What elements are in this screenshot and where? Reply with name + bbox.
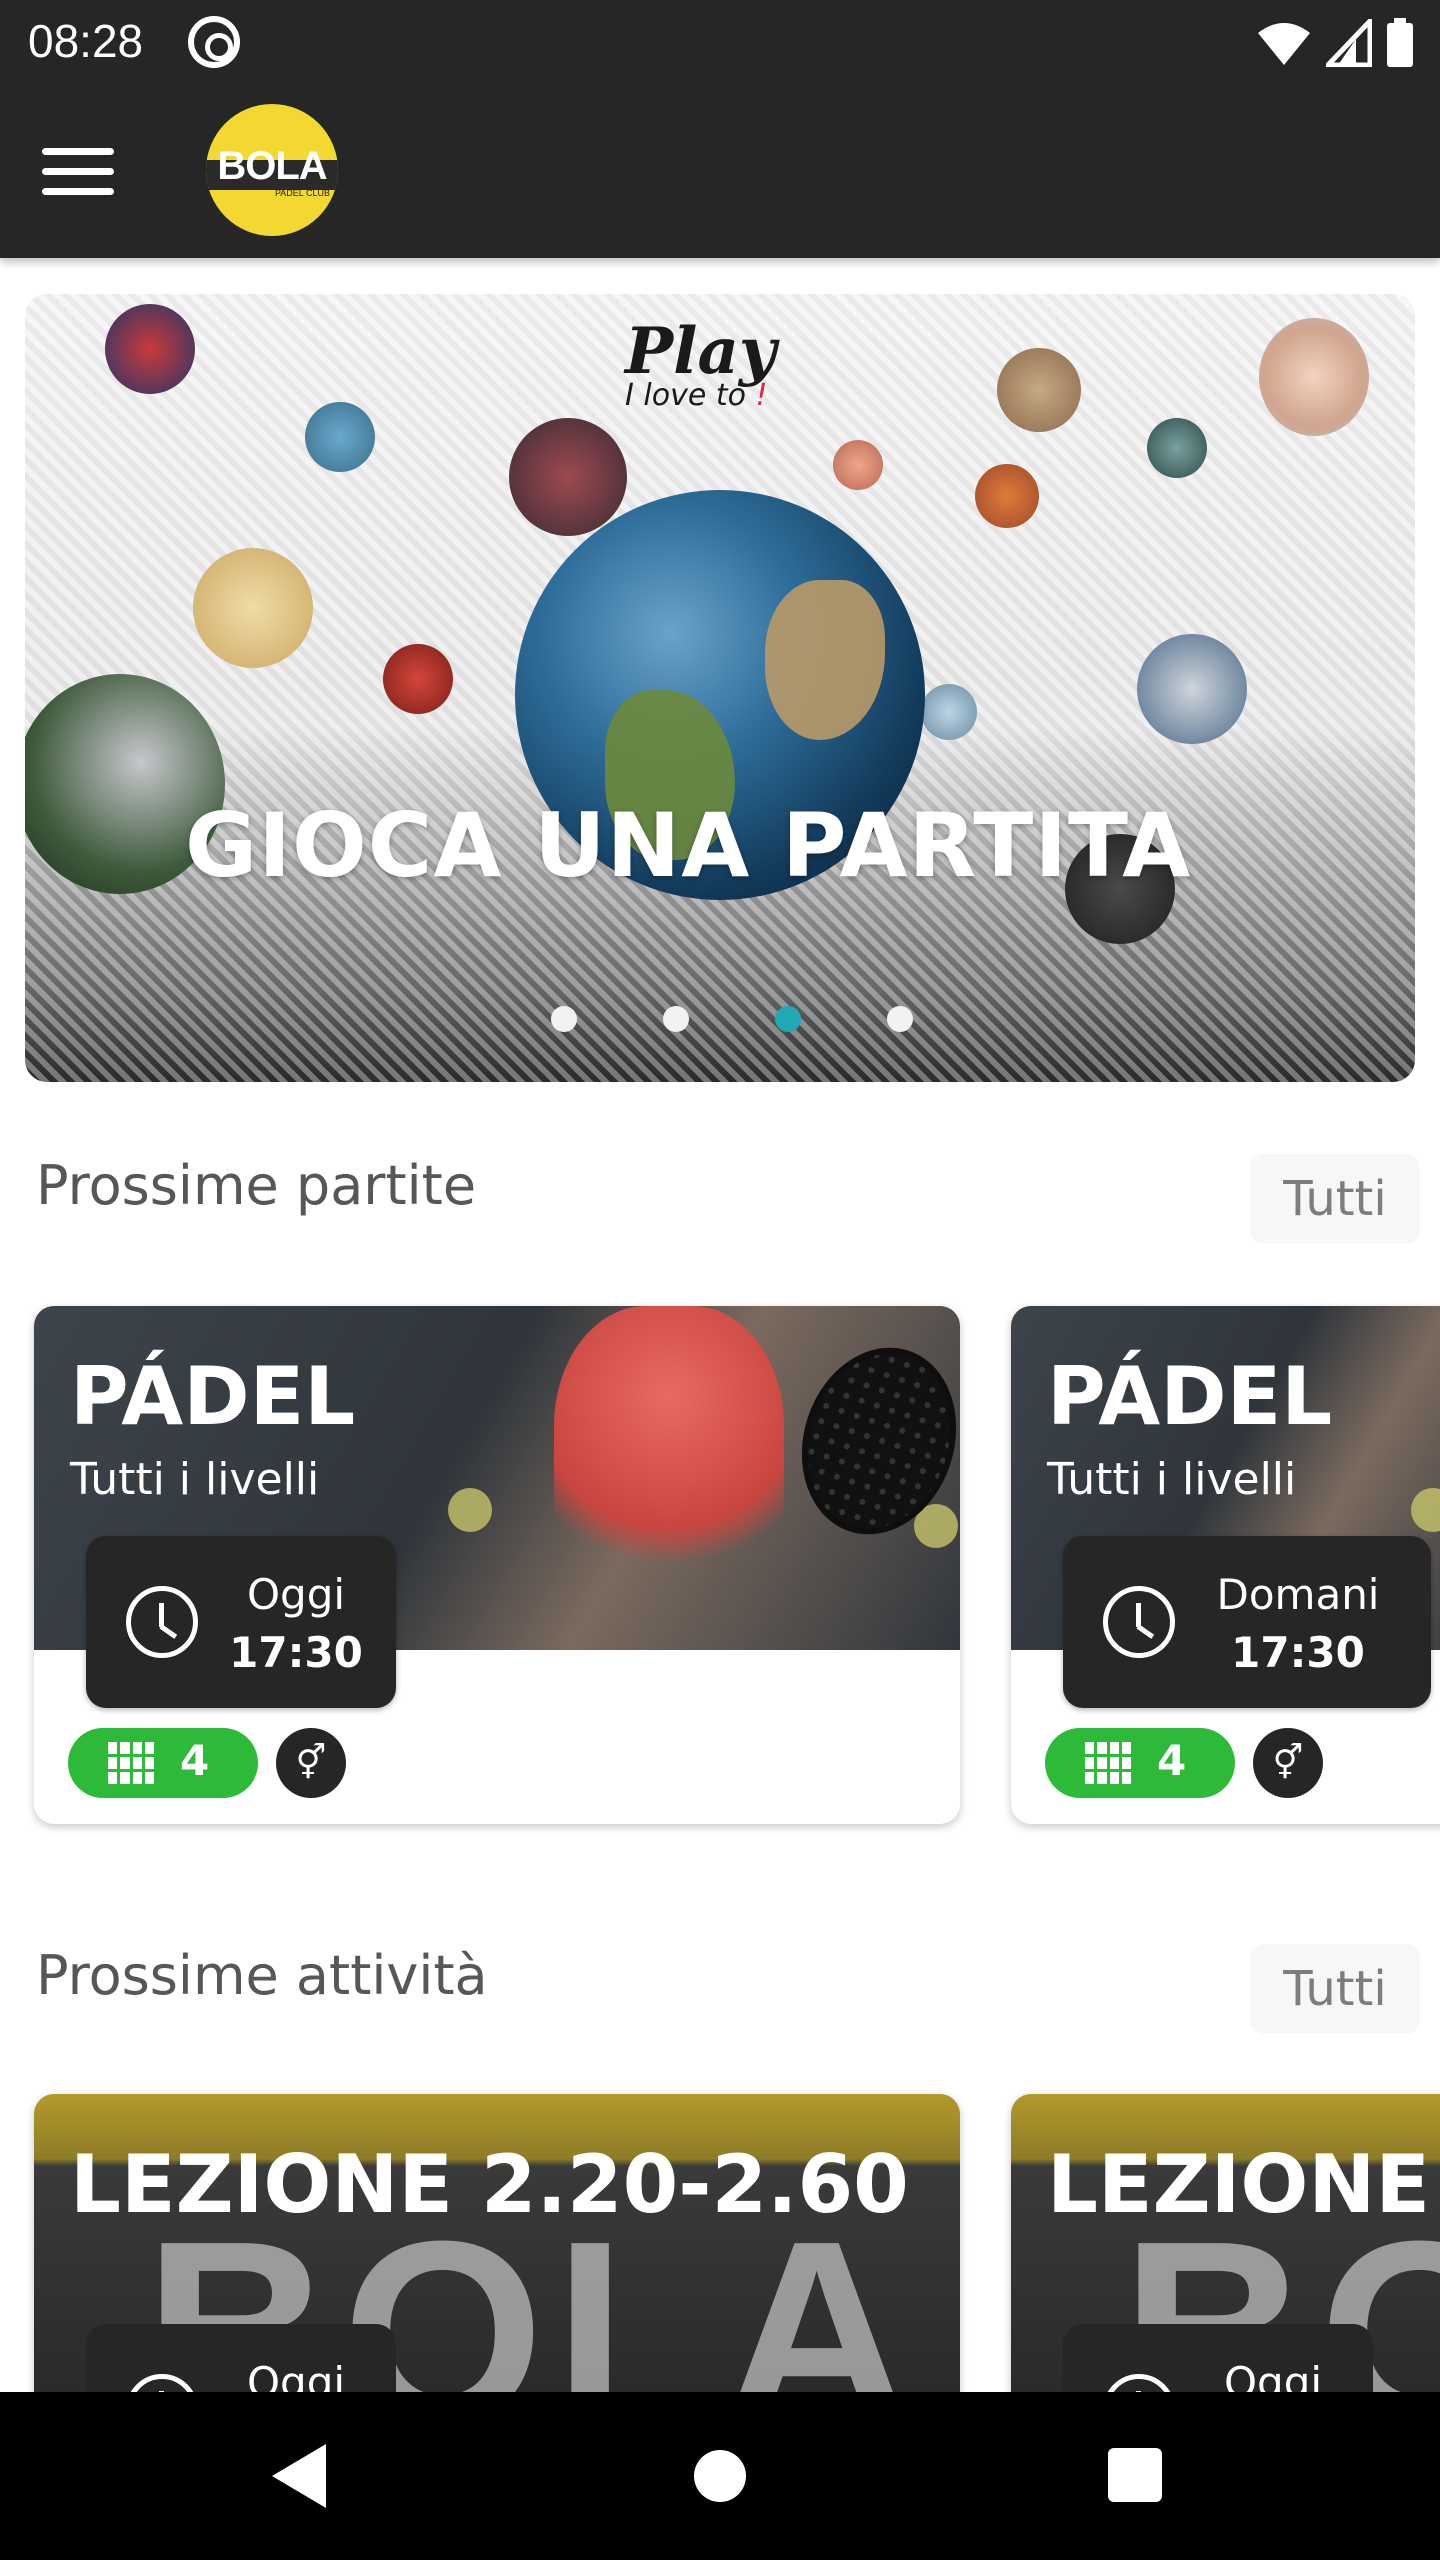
play-logo-subtitle: I love to !: [625, 378, 768, 413]
courts-badge[interactable]: 4: [68, 1728, 258, 1798]
photo-bubble: [305, 402, 375, 472]
banner-title: GIOCA UNA PARTITA: [185, 794, 1192, 897]
carousel-dot-active[interactable]: [775, 1006, 801, 1032]
battery-icon: [1387, 18, 1413, 67]
match-day: Oggi: [246, 1570, 346, 1619]
carousel-dot[interactable]: [551, 1006, 577, 1032]
match-card[interactable]: PÁDEL Tutti i livelli Domani 17:30 4 ⚥: [1011, 1306, 1440, 1824]
wifi-icon: [1258, 23, 1310, 65]
match-time-box: Domani 17:30: [1063, 1536, 1431, 1708]
photo-bubble: [105, 304, 195, 394]
photo-bubble: [383, 644, 453, 714]
match-time-box: Oggi 17:30: [86, 1536, 396, 1708]
promo-carousel[interactable]: Play I love to ! GIOCA UNA PARTITA: [25, 294, 1415, 1082]
play-logo: Play I love to !: [625, 314, 776, 413]
carousel-dot[interactable]: [887, 1006, 913, 1032]
status-time: 08:28: [28, 15, 144, 67]
courts-count: 4: [1157, 1736, 1187, 1785]
photo-bubble: [1259, 318, 1369, 436]
club-logo[interactable]: BOLA PADEL CLUB: [206, 104, 338, 236]
signal-icon: [1326, 19, 1372, 67]
grid-icon: [108, 1742, 154, 1784]
photo-bubble: [975, 464, 1039, 528]
match-card[interactable]: PÁDEL Tutti i livelli Oggi 17:30 4 ⚥: [34, 1306, 960, 1824]
photo-bubble: [1137, 634, 1247, 744]
gender-mixed-icon[interactable]: ⚥: [276, 1728, 346, 1798]
courts-count: 4: [180, 1736, 210, 1785]
match-time: 17:30: [1231, 1628, 1365, 1677]
match-card-title: PÁDEL: [70, 1350, 356, 1443]
carousel-dots: [25, 1006, 1415, 1036]
courts-badge[interactable]: 4: [1045, 1728, 1235, 1798]
carousel-dot[interactable]: [663, 1006, 689, 1032]
grid-icon: [1085, 1742, 1131, 1784]
back-triangle-icon[interactable]: [272, 2444, 326, 2508]
photo-bubble: [1147, 418, 1207, 478]
match-card-level: Tutti i livelli: [70, 1454, 320, 1505]
match-day: Domani: [1216, 1570, 1380, 1619]
activities-section-title: Prossime attività: [36, 1944, 488, 2007]
logo-subtext: PADEL CLUB: [274, 188, 330, 198]
at-sign-icon: [188, 16, 240, 68]
match-time: 17:30: [229, 1628, 363, 1677]
app-bar: BOLA PADEL CLUB: [0, 84, 1440, 258]
recent-square-icon[interactable]: [1108, 2448, 1162, 2502]
activity-card-title: LEZIONE: [1047, 2138, 1431, 2231]
match-card-title: PÁDEL: [1047, 1350, 1333, 1443]
gender-mixed-icon[interactable]: ⚥: [1253, 1728, 1323, 1798]
matches-section-title: Prossime partite: [36, 1154, 477, 1217]
menu-icon[interactable]: [42, 144, 114, 198]
matches-all-button[interactable]: Tutti: [1250, 1154, 1420, 1244]
clock-icon: [1103, 1586, 1175, 1658]
photo-bubble: [921, 684, 977, 740]
clock-icon: [126, 1586, 198, 1658]
photo-bubble: [193, 548, 313, 668]
system-nav-bar: [0, 2392, 1440, 2560]
photo-bubble: [997, 348, 1081, 432]
status-bar: 08:28: [0, 0, 1440, 84]
photo-bubble: [509, 418, 627, 536]
home-circle-icon[interactable]: [694, 2450, 746, 2502]
activity-card-title: LEZIONE 2.20-2.60: [70, 2138, 909, 2231]
photo-bubble: [833, 440, 883, 490]
status-icons: [1256, 18, 1414, 68]
match-card-level: Tutti i livelli: [1047, 1454, 1297, 1505]
logo-text: BOLA: [217, 144, 327, 188]
activities-all-button[interactable]: Tutti: [1250, 1944, 1420, 2034]
